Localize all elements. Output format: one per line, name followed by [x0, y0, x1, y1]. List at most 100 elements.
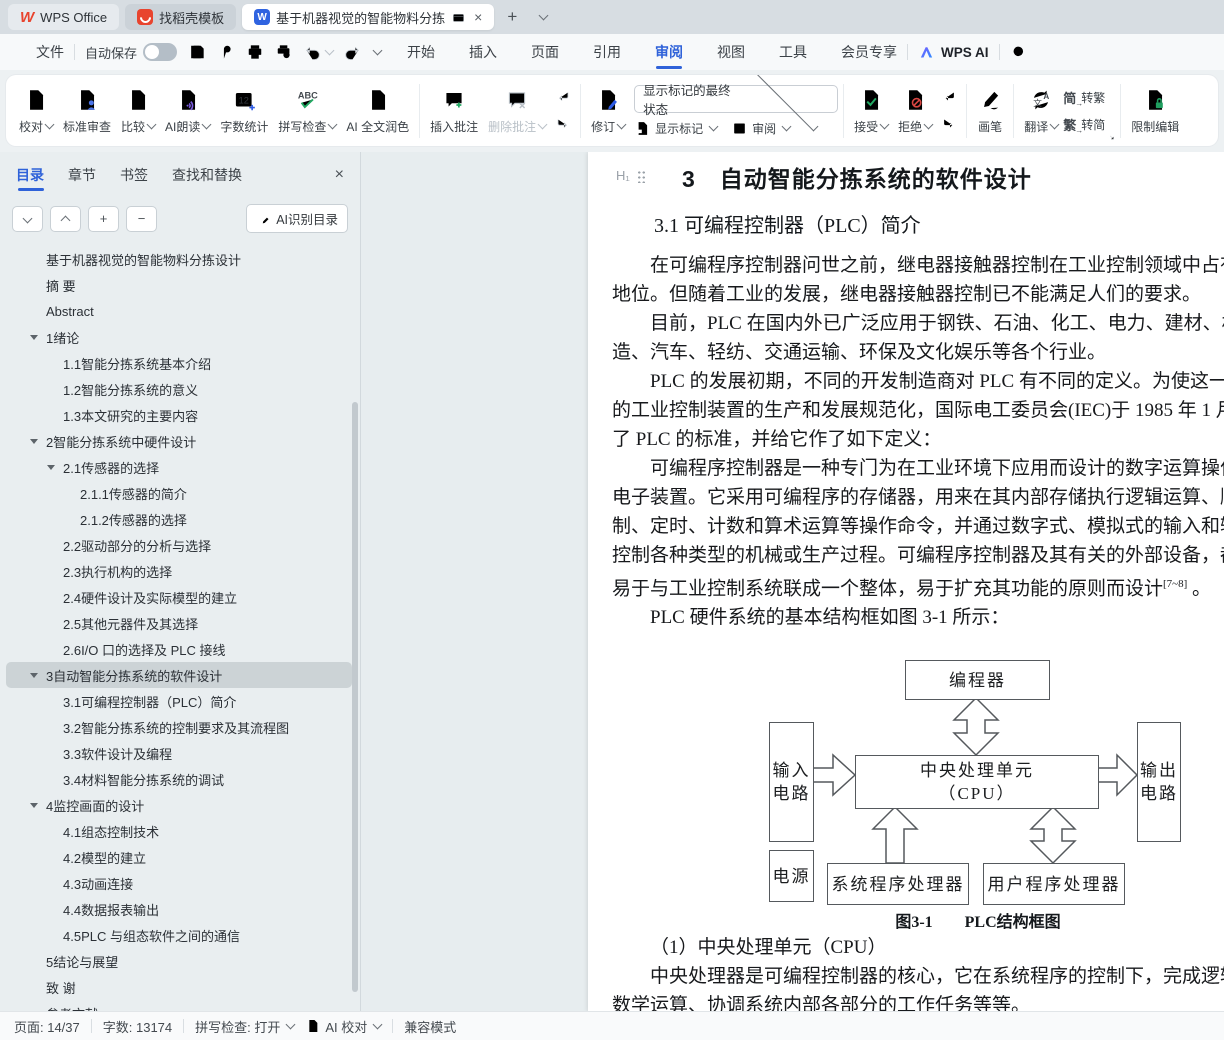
- menu-tab-工具[interactable]: 工具: [779, 34, 807, 70]
- sidebar-tab-contents[interactable]: 目录: [16, 165, 44, 191]
- toc-item[interactable]: 1绪论: [6, 324, 352, 350]
- track-changes-button[interactable]: 修订: [586, 79, 630, 143]
- document-page[interactable]: H₁ 3 自动智能分拣系统的软件设计 3.1 可编程控制器（PLC）简介 在可编…: [588, 152, 1224, 1012]
- zoom-in-outline-button[interactable]: +: [88, 206, 119, 232]
- print-icon[interactable]: [245, 42, 265, 62]
- toc-item[interactable]: 2.1传感器的选择: [6, 454, 352, 480]
- show-markup-button[interactable]: 显示标记: [634, 120, 717, 137]
- more-commands-chevron-icon[interactable]: [373, 46, 383, 56]
- ai-read-button[interactable]: AI朗读: [160, 79, 215, 143]
- word-count-indicator[interactable]: 字数: 13174: [103, 1017, 172, 1036]
- export-pdf-icon[interactable]: [216, 42, 236, 62]
- toc-item[interactable]: 4监控画面的设计: [6, 792, 352, 818]
- toc-item[interactable]: 5结论与展望: [6, 948, 352, 974]
- expand-all-button[interactable]: [12, 206, 43, 232]
- toc-item[interactable]: 2.4硬件设计及实际模型的建立: [6, 584, 352, 610]
- tab-list-chevron-icon[interactable]: [530, 5, 554, 29]
- markup-state-select[interactable]: 显示标记的最终状态: [634, 85, 838, 113]
- tab-close-icon[interactable]: ×: [474, 9, 482, 25]
- sidebar-tab-bookmarks[interactable]: 书签: [120, 165, 148, 191]
- toc-item[interactable]: 3自动智能分拣系统的软件设计: [6, 662, 352, 688]
- toc-item[interactable]: 4.3动画连接: [6, 870, 352, 896]
- to-traditional-button[interactable]: 简 转繁: [1063, 88, 1105, 107]
- zoom-out-outline-button[interactable]: −: [126, 206, 157, 232]
- ai-polish-button[interactable]: AI 全文润色: [341, 79, 414, 143]
- menu-tab-视图[interactable]: 视图: [717, 34, 745, 70]
- spell-check-button[interactable]: 拼写检查: [273, 79, 341, 143]
- search-icon[interactable]: [1010, 43, 1029, 62]
- track-changes-icon: [595, 87, 621, 113]
- menu-tab-页面[interactable]: 页面: [531, 34, 559, 70]
- toc-item[interactable]: 2.3执行机构的选择: [6, 558, 352, 584]
- collapse-all-button[interactable]: [50, 206, 81, 232]
- sidebar-tab-find-replace[interactable]: 查找和替换: [172, 165, 242, 191]
- toc-item[interactable]: 4.2模型的建立: [6, 844, 352, 870]
- toc-item[interactable]: 摘 要: [6, 272, 352, 298]
- toc-item[interactable]: 3.4材料智能分拣系统的调试: [6, 766, 352, 792]
- compare-button[interactable]: 比较: [116, 79, 160, 143]
- menu-tab-会员专享[interactable]: 会员专享: [841, 34, 897, 70]
- ai-proof-status[interactable]: AI 校对: [305, 1017, 381, 1036]
- toc-item[interactable]: 基于机器视觉的智能物料分拣设计: [6, 246, 352, 272]
- sidebar-tab-sections[interactable]: 章节: [68, 165, 96, 191]
- menu-tab-插入[interactable]: 插入: [469, 34, 497, 70]
- next-revision-icon[interactable]: [939, 115, 959, 133]
- spell-check-status[interactable]: 拼写检查: 打开: [195, 1017, 294, 1036]
- reject-button[interactable]: 拒绝: [893, 79, 937, 143]
- toc-collapse-caret-icon[interactable]: [30, 673, 38, 678]
- menu-tab-引用[interactable]: 引用: [593, 34, 621, 70]
- wps-ai-button[interactable]: WPS AI: [918, 44, 989, 61]
- file-menu-button[interactable]: 文件: [14, 42, 64, 62]
- sidebar-close-icon[interactable]: ×: [335, 166, 344, 190]
- toc-item[interactable]: 3.3软件设计及编程: [6, 740, 352, 766]
- sidebar-scrollbar[interactable]: [352, 402, 358, 992]
- proof-button[interactable]: 校对: [14, 79, 58, 143]
- to-simplified-button[interactable]: 繁 转简: [1063, 115, 1105, 134]
- redo-icon[interactable]: [342, 42, 362, 62]
- toc-item[interactable]: 2智能分拣系统中硬件设计: [6, 428, 352, 454]
- toc-item[interactable]: 2.1.1传感器的简介: [6, 480, 352, 506]
- toc-item[interactable]: 2.2驱动部分的分析与选择: [6, 532, 352, 558]
- toc-item[interactable]: 4.1组态控制技术: [6, 818, 352, 844]
- toc-item[interactable]: Abstract: [6, 298, 352, 324]
- save-icon[interactable]: [187, 42, 207, 62]
- toc-item[interactable]: 3.2智能分拣系统的控制要求及其流程图: [6, 714, 352, 740]
- toc-item[interactable]: 致 谢: [6, 974, 352, 1000]
- standard-review-button[interactable]: 标准审查: [58, 79, 116, 143]
- tab-docer-templates[interactable]: 找稻壳模板: [125, 4, 236, 30]
- accept-button[interactable]: 接受: [849, 79, 893, 143]
- new-tab-button[interactable]: +: [500, 5, 524, 29]
- tab-wps-home[interactable]: W WPS Office: [8, 4, 119, 30]
- menu-tab-开始[interactable]: 开始: [407, 34, 435, 70]
- word-count-button[interactable]: 字数统计: [215, 79, 273, 143]
- toc-item[interactable]: 3.1可编程控制器（PLC）简介: [6, 688, 352, 714]
- insert-comment-button[interactable]: 插入批注: [425, 79, 483, 143]
- restrict-editing-button[interactable]: 限制编辑: [1126, 79, 1184, 143]
- page-indicator[interactable]: 页面: 14/37: [14, 1017, 80, 1036]
- toc-item[interactable]: 1.2智能分拣系统的意义: [6, 376, 352, 402]
- toc-item[interactable]: 2.1.2传感器的选择: [6, 506, 352, 532]
- toc-collapse-caret-icon[interactable]: [47, 465, 55, 470]
- ai-recognize-toc-button[interactable]: AI识别目录: [246, 204, 348, 233]
- undo-button[interactable]: [303, 42, 333, 62]
- toc-item[interactable]: 1.3本文研究的主要内容: [6, 402, 352, 428]
- toc-item[interactable]: 4.5PLC 与组态软件之间的通信: [6, 922, 352, 948]
- menu-tab-审阅[interactable]: 审阅: [655, 34, 683, 70]
- toc-collapse-caret-icon[interactable]: [30, 335, 38, 340]
- previous-revision-icon[interactable]: [939, 88, 959, 106]
- autosave-toggle[interactable]: [143, 43, 177, 61]
- toc-item[interactable]: 4.4数据报表输出: [6, 896, 352, 922]
- heading-handle[interactable]: H₁: [616, 168, 646, 183]
- tab-split-view-icon[interactable]: [451, 10, 466, 25]
- ink-brush-button[interactable]: 画笔: [972, 79, 1008, 143]
- group-expand-icon[interactable]: [1107, 131, 1117, 141]
- toc-collapse-caret-icon[interactable]: [30, 439, 38, 444]
- toc-item[interactable]: 2.6I/O 口的选择及 PLC 接线: [6, 636, 352, 662]
- print-preview-icon[interactable]: [274, 42, 294, 62]
- toc-collapse-caret-icon[interactable]: [30, 803, 38, 808]
- translate-button[interactable]: 翻译: [1019, 79, 1063, 143]
- toc-item[interactable]: 2.5其他元器件及其选择: [6, 610, 352, 636]
- tab-document[interactable]: W 基于机器视觉的智能物料分拣 ×: [242, 4, 494, 30]
- reviewer-button[interactable]: 审阅: [731, 120, 790, 137]
- toc-item[interactable]: 1.1智能分拣系统基本介绍: [6, 350, 352, 376]
